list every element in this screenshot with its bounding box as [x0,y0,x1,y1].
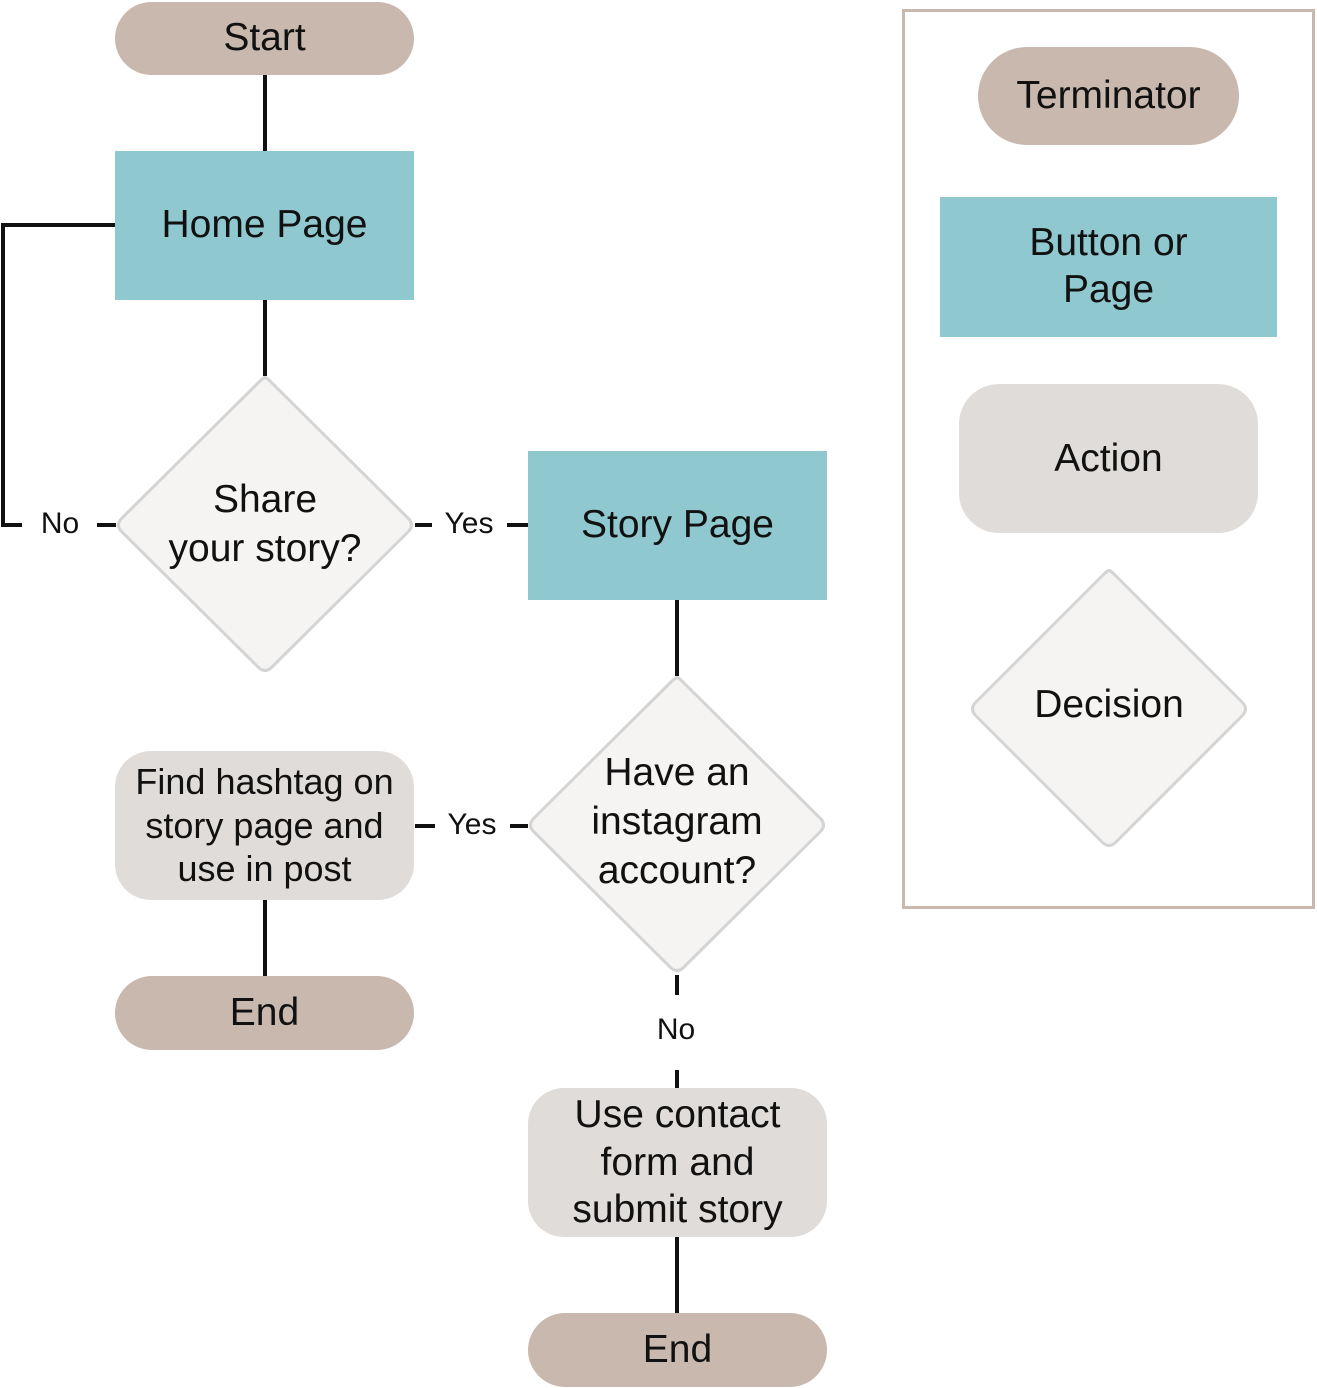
share-decision-label: Share your story? [168,478,362,570]
find-hashtag-action: Find hashtag on story page and use in po… [115,751,414,900]
legend-terminator: Terminator [978,47,1239,145]
edge-no-loop [1,223,115,527]
end-terminator-left: End [115,976,414,1050]
home-page-box: Home Page [115,151,414,300]
end-terminator-bottom: End [528,1313,827,1387]
instagram-yes-label: Yes [447,808,497,841]
legend-button-or-page: Button or Page [940,197,1277,337]
start-terminator: Start [115,2,414,75]
legend-action: Action [959,384,1258,533]
story-page-box: Story Page [528,451,827,600]
instagram-decision-label: Have an instagram account? [591,751,763,892]
contact-form-action: Use contact form and submit story [528,1088,827,1237]
instagram-no-label: No [656,1013,696,1046]
legend-decision-label: Decision [1034,682,1184,726]
share-no-label: No [40,507,80,540]
share-yes-label: Yes [444,507,494,540]
